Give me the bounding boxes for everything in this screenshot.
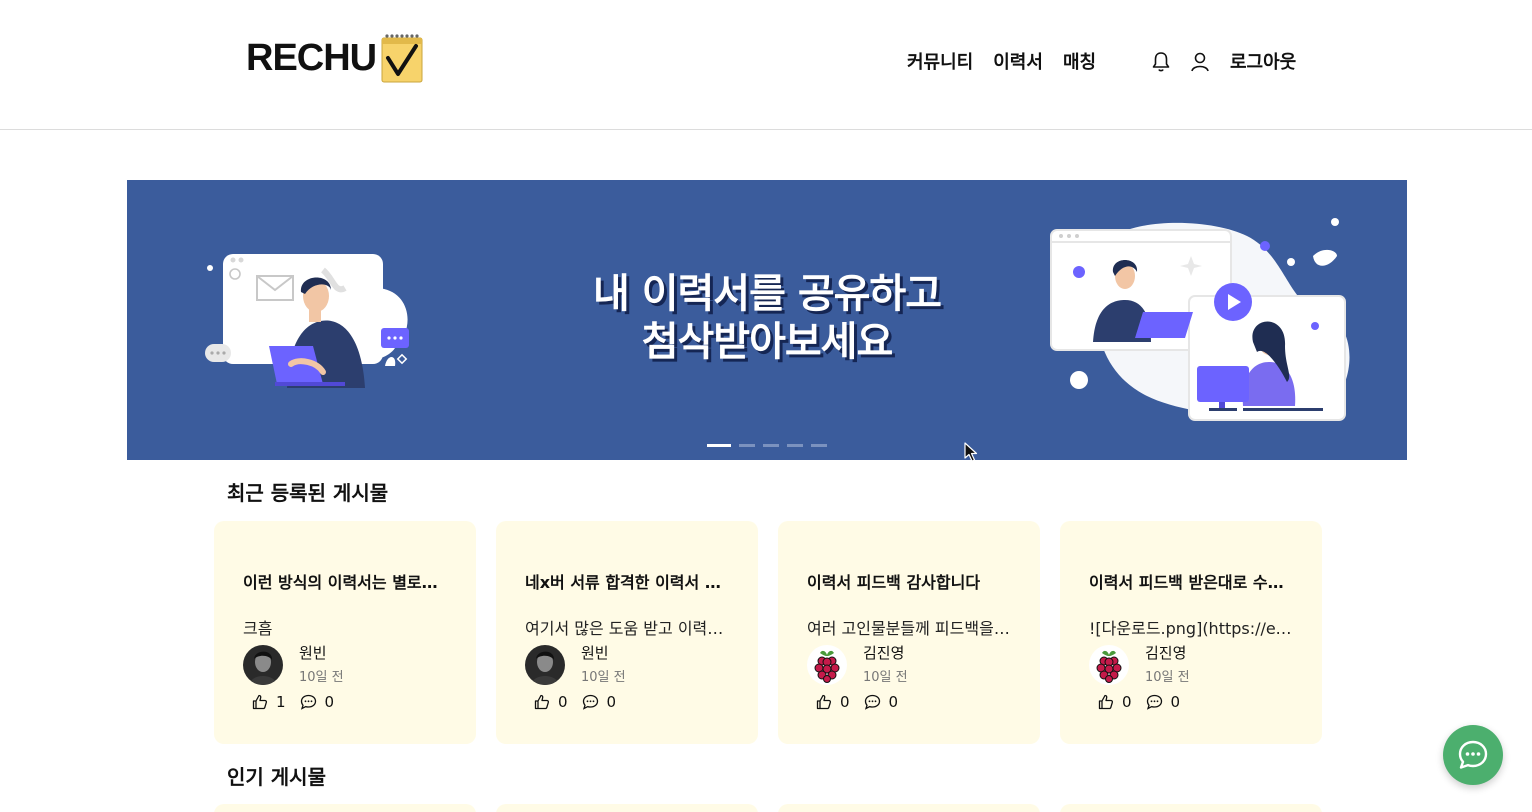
post-time: 10일 전 (863, 670, 908, 685)
raspberry-icon (807, 645, 847, 685)
carousel-dot-3[interactable] (763, 444, 779, 447)
like-stat[interactable]: 0 (534, 693, 568, 711)
post-author: 김진영 (1145, 644, 1187, 662)
nav-community[interactable]: 커뮤니티 (907, 48, 973, 74)
post-time: 10일 전 (581, 670, 626, 685)
comment-stat[interactable]: 0 (864, 693, 899, 711)
comment-icon (582, 694, 598, 710)
comment-count: 0 (606, 693, 617, 711)
comment-icon (300, 694, 316, 710)
avatar (525, 645, 565, 685)
post-time: 10일 전 (299, 670, 344, 685)
nav-resume[interactable]: 이력서 (993, 48, 1043, 74)
logo[interactable]: RECHU (246, 32, 424, 84)
comment-stat[interactable]: 0 (300, 693, 335, 711)
thumbs-up-icon (534, 694, 550, 710)
comment-count: 0 (324, 693, 335, 711)
hero-banner[interactable]: 내 이력서를 공유하고 첨삭받아보세요 (127, 180, 1407, 460)
carousel-dot-5[interactable] (811, 444, 827, 447)
post-card[interactable]: 이런 방식의 이력서는 별로인가요? 크흠 원빈 10일 전 1 0 (214, 521, 476, 744)
post-excerpt: 여러 고인물분들께 피드백을 받았습니다 (807, 619, 1012, 638)
post-excerpt: 여기서 많은 도움 받고 이력서를 고쳤어요 (525, 619, 730, 638)
carousel-dot-4[interactable] (787, 444, 803, 447)
post-card[interactable]: 이력서 피드백 감사합니다 여러 고인물분들께 피드백을 받았습니다 김진영 1… (778, 521, 1040, 744)
thumbs-up-icon (816, 694, 832, 710)
like-count: 0 (558, 693, 568, 711)
post-card[interactable] (778, 804, 1040, 812)
thumbs-up-icon (1098, 694, 1114, 710)
carousel-indicators (707, 444, 827, 447)
avatar (1089, 645, 1129, 685)
raspberry-icon (1089, 645, 1129, 685)
like-count: 1 (276, 693, 286, 711)
recent-posts-title: 최근 등록된 게시물 (227, 481, 389, 505)
chat-bubble-icon (1458, 740, 1488, 769)
post-author: 김진영 (863, 644, 905, 662)
thumbs-up-icon (252, 694, 268, 710)
post-excerpt: ![다운로드.png](https://example) (1089, 619, 1294, 638)
illustration-video-call (1050, 218, 1350, 421)
post-stats: 0 0 (1098, 693, 1194, 711)
main-nav: 커뮤니티 이력서 매칭 (907, 48, 1116, 74)
site-header: RECHU 커뮤니티 이력서 매칭 로그아웃 (0, 0, 1532, 130)
chat-button[interactable] (1443, 725, 1503, 785)
post-card[interactable] (1060, 804, 1322, 812)
post-author: 원빈 (581, 644, 609, 662)
logout-link[interactable]: 로그아웃 (1230, 48, 1296, 74)
post-excerpt: 크흠 (243, 619, 273, 638)
comment-icon (1146, 694, 1162, 710)
post-stats: 0 0 (816, 693, 912, 711)
header-actions: 로그아웃 (1150, 50, 1296, 74)
like-stat[interactable]: 0 (1098, 693, 1132, 711)
like-stat[interactable]: 0 (816, 693, 850, 711)
bell-icon[interactable] (1150, 51, 1172, 73)
logo-text: RECHU (246, 37, 377, 79)
avatar (807, 645, 847, 685)
post-author: 원빈 (299, 644, 327, 662)
nav-matching[interactable]: 매칭 (1063, 48, 1096, 74)
post-title: 이런 방식의 이력서는 별로인가요? (243, 573, 448, 592)
recent-posts-list: 이런 방식의 이력서는 별로인가요? 크흠 원빈 10일 전 1 0 네x버 서… (214, 521, 1322, 744)
like-stat[interactable]: 1 (252, 693, 286, 711)
comment-stat[interactable]: 0 (1146, 693, 1181, 711)
post-stats: 0 0 (534, 693, 630, 711)
post-card[interactable] (214, 804, 476, 812)
user-icon[interactable] (1189, 51, 1211, 73)
avatar (243, 645, 283, 685)
comment-icon (864, 694, 880, 710)
post-title: 이력서 피드백 감사합니다 (807, 573, 981, 592)
post-stats: 1 0 (252, 693, 348, 711)
comment-stat[interactable]: 0 (582, 693, 617, 711)
comment-count: 0 (1170, 693, 1181, 711)
post-title: 네x버 서류 합격한 이력서 공유합니다 (525, 573, 730, 592)
notepad-check-icon (380, 32, 424, 84)
mouse-cursor-icon (964, 442, 978, 462)
post-title: 이력서 피드백 받은대로 수정했습니다 (1089, 573, 1294, 592)
popular-posts-list (214, 804, 1322, 812)
post-time: 10일 전 (1145, 670, 1190, 685)
like-count: 0 (840, 693, 850, 711)
post-card[interactable]: 네x버 서류 합격한 이력서 공유합니다 여기서 많은 도움 받고 이력서를 고… (496, 521, 758, 744)
carousel-dot-1[interactable] (707, 444, 731, 447)
post-card[interactable]: 이력서 피드백 받은대로 수정했습니다 ![다운로드.png](https://… (1060, 521, 1322, 744)
post-card[interactable] (496, 804, 758, 812)
like-count: 0 (1122, 693, 1132, 711)
comment-count: 0 (888, 693, 899, 711)
popular-posts-title: 인기 게시물 (227, 765, 326, 789)
carousel-dot-2[interactable] (739, 444, 755, 447)
